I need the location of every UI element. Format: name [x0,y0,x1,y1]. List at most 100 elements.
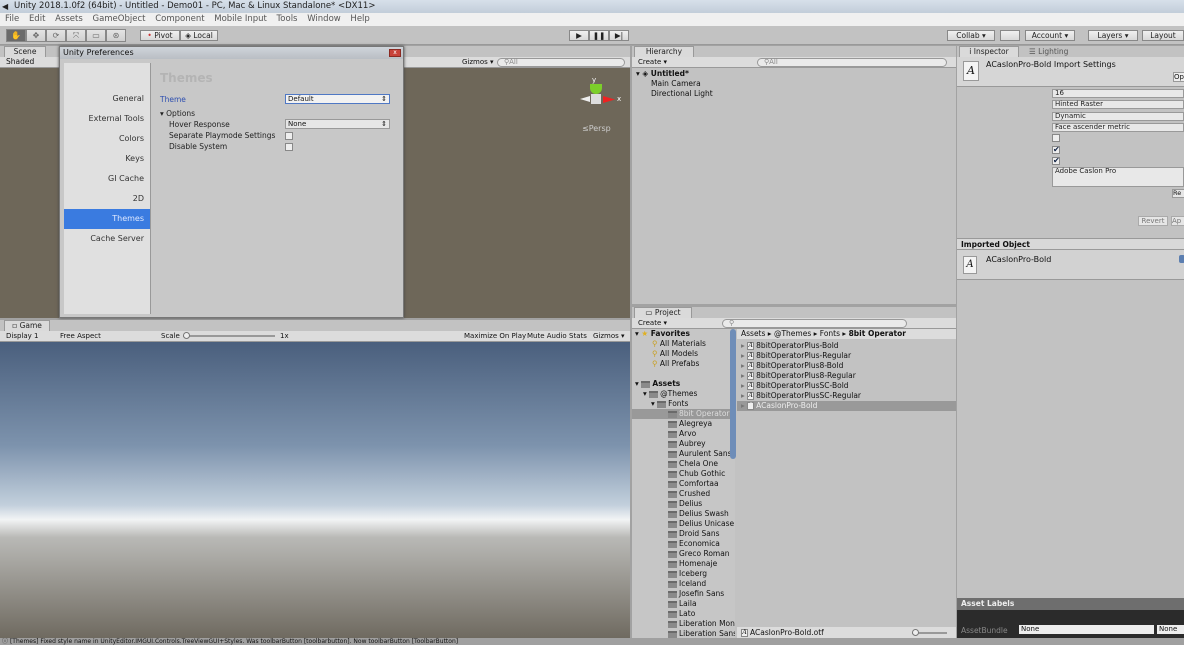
font-folder-item[interactable]: Iceberg [632,569,735,579]
menu-mobile-input[interactable]: Mobile Input [214,14,267,24]
prefs-item-colors[interactable]: Colors [64,129,150,149]
font-folder-selected[interactable]: 8bit Operator [632,409,735,419]
prefs-item-themes[interactable]: Themes [64,209,150,229]
project-file-item[interactable]: ▸ A 8bitOperatorPlus8-Regular [737,371,956,381]
scene-gizmos-dropdown[interactable]: Gizmos ▾ [462,57,494,67]
import-checkbox[interactable] [1052,134,1060,143]
expand-arrow-icon[interactable]: ▸ [741,401,745,410]
favorites-item[interactable]: ▾ ★ Favorites [632,329,735,339]
breadcrumb-8bit-operator[interactable]: 8bit Operator [849,329,906,338]
menu-assets[interactable]: Assets [55,14,83,24]
theme-dropdown[interactable]: Default ⇕ [285,94,390,104]
cloud-button[interactable] [1000,30,1020,41]
separate-playmode-checkbox[interactable] [285,132,293,140]
font-folder-item[interactable]: Economica [632,539,735,549]
expand-arrow-icon[interactable]: ▸ [741,381,745,390]
shaded-dropdown[interactable]: Shaded [6,57,34,67]
pivot-button[interactable]: • Pivot [140,30,180,41]
favorite-item[interactable]: ⚲ All Models [632,349,735,359]
hierarchy-create-button[interactable]: Create ▾ [638,57,667,67]
aspect-dropdown[interactable]: Free Aspect [60,331,101,341]
open-button[interactable]: Op [1173,72,1184,82]
menu-help[interactable]: Help [350,14,369,24]
expand-arrow-icon[interactable]: ▸ [741,341,745,350]
tab-project[interactable]: ▭ Project [634,307,692,318]
tab-lighting[interactable]: ☰ Lighting [1029,47,1068,56]
tab-scene[interactable]: Scene [4,46,46,57]
project-file-item[interactable]: ▸ A 8bitOperatorPlus-Bold [737,341,956,351]
favorite-item[interactable]: ⚲ All Prefabs [632,359,735,369]
project-file-item[interactable]: ▸ A ACaslonPro-Bold [737,401,956,411]
font-folder-item[interactable]: Crushed [632,489,735,499]
scene-search-input[interactable]: ⚲All [497,58,625,67]
font-folder-item[interactable]: Delius Swash [632,509,735,519]
favorite-item[interactable]: ⚲ All Materials [632,339,735,349]
font-folder-item[interactable]: Comfortaa [632,479,735,489]
apply-button[interactable]: Ap [1171,216,1184,226]
maximize-on-play-toggle[interactable]: Maximize On Play [464,331,526,341]
close-icon[interactable]: x [389,49,401,57]
layout-button[interactable]: Layout [1142,30,1184,41]
menu-file[interactable]: File [5,14,19,24]
font-folder-item[interactable]: Liberation Sans [632,629,735,638]
tab-hierarchy[interactable]: Hierarchy [634,46,694,57]
font-folder-item[interactable]: Delius [632,499,735,509]
step-button[interactable]: ▶| [609,30,629,41]
breadcrumb-assets[interactable]: Assets [741,329,765,338]
fonts-folder[interactable]: ▾ Fonts [632,399,735,409]
prefs-item-2d[interactable]: 2D [64,189,150,209]
project-file-item[interactable]: ▸ A 8bitOperatorPlus8-Bold [737,361,956,371]
menu-gameobject[interactable]: GameObject [92,14,145,24]
font-folder-item[interactable]: Laila [632,599,735,609]
hierarchy-item[interactable]: Main Camera [651,79,701,89]
font-folder-item[interactable]: Alegreya [632,419,735,429]
assets-item[interactable]: ▾ Assets [632,379,735,389]
import-field-value[interactable]: 16 [1052,89,1184,98]
scale-slider-handle[interactable] [183,332,190,339]
tab-game[interactable]: ▫ Game [4,320,50,331]
tab-inspector[interactable]: ⅰ Inspector [959,46,1019,57]
font-folder-item[interactable]: Aurulent Sans [632,449,735,459]
hover-response-dropdown[interactable]: None ⇕ [285,119,390,129]
move-tool-icon[interactable]: ✥ [26,29,46,42]
disable-system-checkbox[interactable] [285,143,293,151]
expand-arrow-icon[interactable]: ▸ [741,361,745,370]
game-viewport[interactable] [0,342,630,638]
mute-audio-toggle[interactable]: Mute Audio [527,331,567,341]
font-folder-item[interactable]: Liberation Mono [632,619,735,629]
import-field-value[interactable]: Face ascender metric [1052,122,1184,132]
options-foldout[interactable]: ▾ Options [160,109,195,118]
project-file-item[interactable]: ▸ A 8bitOperatorPlusSC-Bold [737,381,956,391]
expand-arrow-icon[interactable]: ▸ [741,391,745,400]
pause-button[interactable]: ❚❚ [589,30,609,41]
import-checkbox[interactable]: ✔ [1052,145,1060,154]
layers-button[interactable]: Layers ▾ [1088,30,1138,41]
project-search-input[interactable]: ⚲ [722,319,907,328]
menu-window[interactable]: Window [307,14,341,24]
project-create-button[interactable]: Create ▾ [638,318,667,328]
project-file-item[interactable]: ▸ A 8bitOperatorPlus-Regular [737,351,956,361]
font-folder-item[interactable]: Lato [632,609,735,619]
prefs-item-general[interactable]: General [64,89,150,109]
font-folder-item[interactable]: Iceland [632,579,735,589]
expand-arrow-icon[interactable]: ▸ [741,351,745,360]
rect-tool-icon[interactable]: ▭ [86,29,106,42]
display-dropdown[interactable]: Display 1 [6,331,38,341]
game-gizmos-dropdown[interactable]: Gizmos ▾ [593,331,625,341]
font-folder-item[interactable]: Chela One [632,459,735,469]
revert-button[interactable]: Revert [1138,216,1168,226]
font-folder-item[interactable]: Droid Sans [632,529,735,539]
import-field-value[interactable]: Dynamic [1052,111,1184,121]
prefs-item-keys[interactable]: Keys [64,149,150,169]
project-file-item[interactable]: ▸ A 8bitOperatorPlusSC-Regular [737,391,956,401]
account-button[interactable]: Account ▾ [1025,30,1075,41]
font-folder-item[interactable]: Delius Unicase [632,519,735,529]
scale-slider[interactable] [183,332,275,339]
font-folder-item[interactable]: Homenaje [632,559,735,569]
prefs-item-gi-cache[interactable]: GI Cache [64,169,150,189]
collab-button[interactable]: Collab ▾ [947,30,995,41]
font-names-field[interactable]: Adobe Caslon Pro [1052,167,1184,187]
transform-tool-icon[interactable]: ⊛ [106,29,126,42]
local-button[interactable]: ◈ Local [180,30,218,41]
font-folder-item[interactable]: Chub Gothic [632,469,735,479]
